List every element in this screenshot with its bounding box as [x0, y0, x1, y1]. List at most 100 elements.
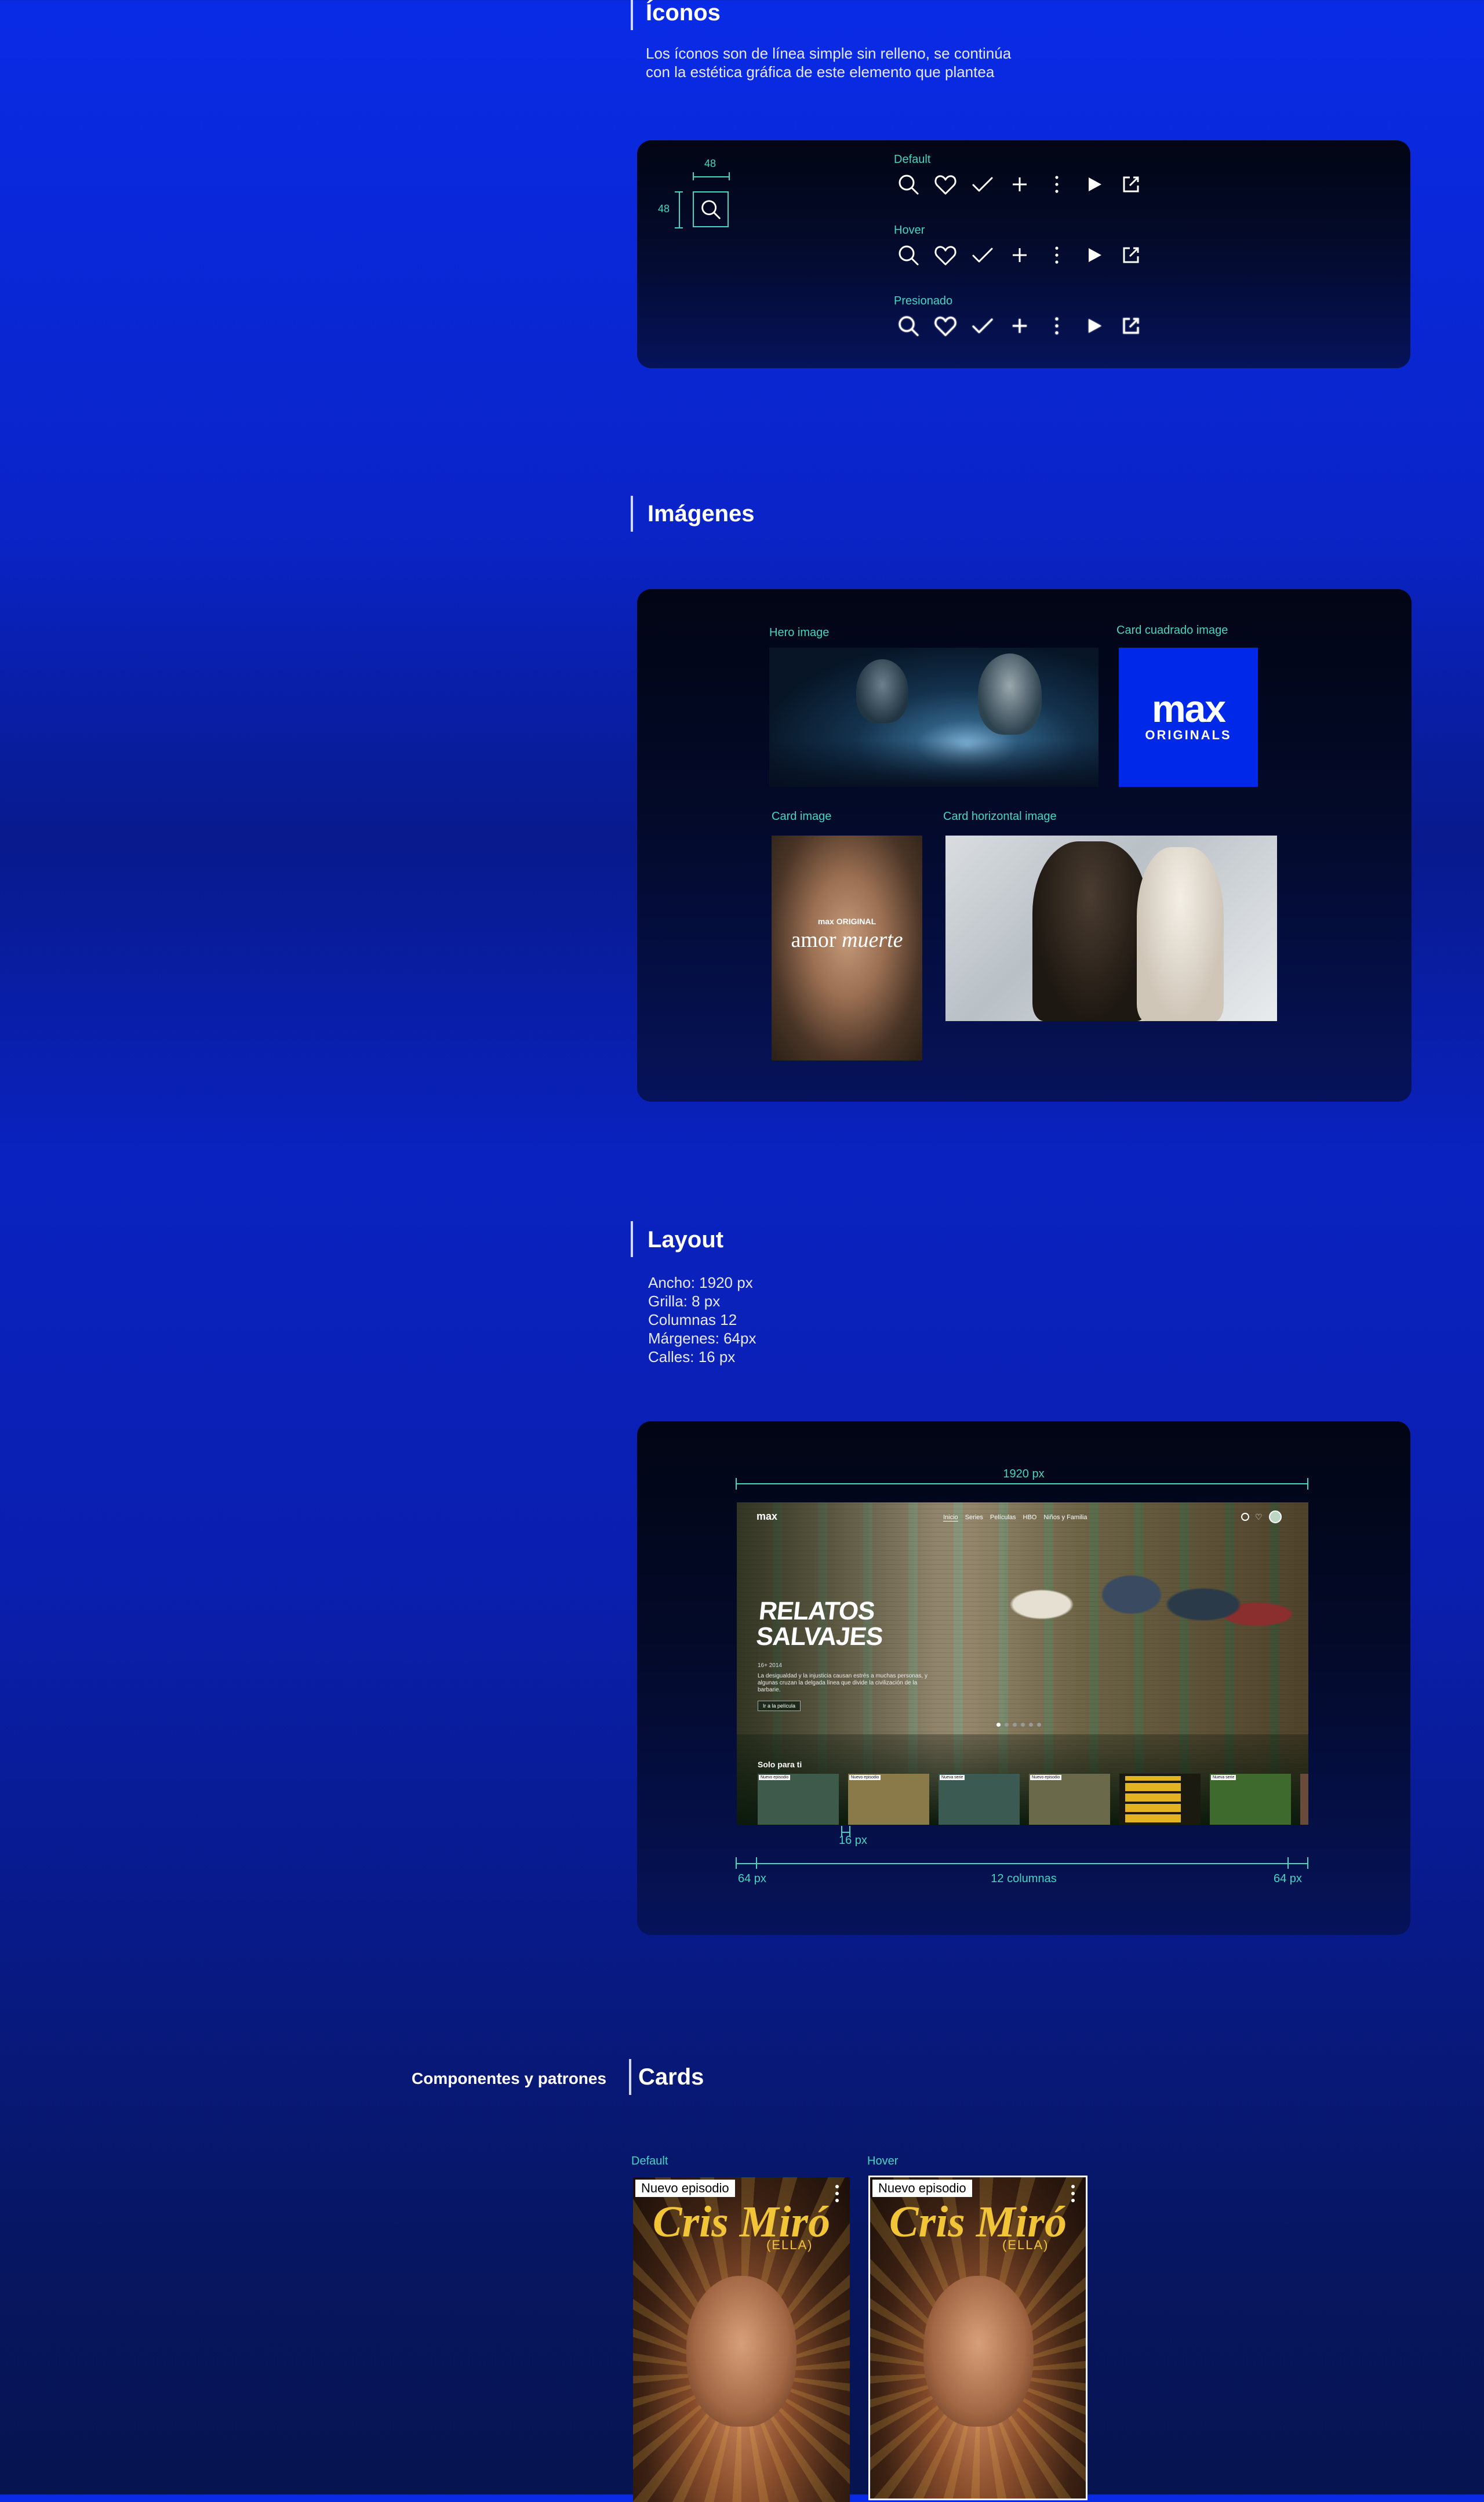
mock-search-icon[interactable]	[1241, 1513, 1249, 1521]
figure-dark	[1032, 841, 1148, 1021]
card-poster-title: Cris Miró	[652, 2198, 831, 2246]
columns-measure-line	[736, 1863, 1308, 1864]
mock-nav: Inicio Series Películas HBO Niños y Fami…	[943, 1514, 1087, 1521]
card-image-label: Card image	[772, 810, 832, 823]
poster-brand: max ORIGINAL	[817, 917, 876, 926]
search-icon[interactable]	[894, 312, 922, 340]
hero-image	[769, 648, 1099, 787]
mock-card[interactable]	[1300, 1774, 1308, 1825]
mock-card-badge: Nueva serie	[1211, 1775, 1236, 1780]
mock-hero-desc: La desigualdad y la injusticia causan es…	[758, 1673, 928, 1693]
play-icon[interactable]	[1080, 312, 1108, 340]
card-state-hover-label: Hover	[867, 2155, 899, 2167]
icon-width-label: 48	[704, 158, 716, 169]
mock-heart-icon[interactable]: ♡	[1255, 1513, 1263, 1521]
mock-card[interactable]: Nueva serie	[939, 1774, 1020, 1825]
mock-card-row: Nuevo episodio Nuevo episodio Nueva serie N…	[758, 1774, 1308, 1825]
mock-card[interactable]: Nuevo episodio	[1029, 1774, 1110, 1825]
search-icon[interactable]	[894, 241, 922, 269]
mock-card-badge: Nuevo episodio	[849, 1775, 881, 1780]
card-hover[interactable]: Nuevo episodio Cris Miró (ELLA)	[868, 2176, 1087, 2500]
heart-icon[interactable]	[932, 170, 959, 198]
cards-section-bar	[629, 2059, 631, 2095]
imagenes-panel: Hero image Card cuadrado image max ORIGI…	[637, 589, 1412, 1102]
heart-icon[interactable]	[932, 241, 959, 269]
check-icon[interactable]	[969, 170, 996, 198]
iconos-title: Íconos	[646, 0, 721, 26]
card-horizontal-image	[945, 836, 1277, 1021]
heart-icon[interactable]	[932, 312, 959, 340]
external-link-icon[interactable]	[1117, 170, 1145, 198]
card-poster-subtitle: (ELLA)	[766, 2238, 813, 2252]
hero-figure-right	[978, 653, 1042, 735]
plus-icon[interactable]	[1006, 170, 1034, 198]
layout-title: Layout	[648, 1227, 724, 1252]
more-vertical-icon[interactable]	[1043, 312, 1071, 340]
height-dimension-line	[679, 191, 680, 228]
card-state-default-label: Default	[631, 2155, 668, 2167]
mock-card[interactable]: Nuevo episodio	[758, 1774, 839, 1825]
componentes-label: Componentes y patrones	[412, 2069, 607, 2087]
mock-nav-hbo[interactable]: HBO	[1023, 1514, 1037, 1521]
imagenes-section-bar	[631, 496, 633, 532]
mock-avatar[interactable]	[1269, 1510, 1282, 1523]
mock-nav-ninos[interactable]: Niños y Familia	[1043, 1514, 1087, 1521]
iconos-section-bar	[631, 0, 633, 30]
external-link-icon[interactable]	[1117, 312, 1145, 340]
state-label-hover: Hover	[894, 224, 925, 237]
mock-people	[934, 1526, 1293, 1723]
layout-section-bar	[631, 1221, 633, 1257]
card-horizontal-image-label: Card horizontal image	[943, 810, 1057, 823]
mock-card[interactable]	[1119, 1774, 1201, 1825]
max-logo: max	[1151, 687, 1226, 730]
mock-logo: max	[756, 1510, 778, 1522]
mock-card[interactable]: Nueva serie	[1210, 1774, 1291, 1825]
margin-right-label: 64 px	[1274, 1872, 1302, 1885]
card-default[interactable]: Nuevo episodio Cris Miró (ELLA)	[633, 2177, 850, 2502]
poster-title: amor muerte	[791, 928, 903, 952]
mock-nav-series[interactable]: Series	[965, 1514, 983, 1521]
mock-card-badge: Nuevo episodio	[759, 1775, 791, 1780]
plus-icon[interactable]	[1006, 312, 1034, 340]
gutter-label: 16 px	[839, 1834, 867, 1847]
play-icon[interactable]	[1080, 241, 1108, 269]
play-icon[interactable]	[1080, 170, 1108, 198]
more-vertical-icon[interactable]	[1043, 170, 1071, 198]
width-dimension-line	[693, 176, 730, 177]
check-icon[interactable]	[969, 312, 996, 340]
card-hover-badge: Nuevo episodio	[872, 2180, 972, 2197]
hero-image-label: Hero image	[769, 626, 830, 639]
mock-hero-button[interactable]: Ir a la película	[758, 1701, 801, 1711]
width-label: 1920 px	[1003, 1468, 1045, 1480]
state-label-default: Default	[894, 153, 931, 166]
mock-nav-peliculas[interactable]: Películas	[990, 1514, 1016, 1521]
card-poster-face	[686, 2276, 796, 2427]
card-hover-poster-subtitle: (ELLA)	[1002, 2238, 1049, 2252]
check-icon[interactable]	[969, 241, 996, 269]
mock-hero-title: RELATOS SALVAJES	[755, 1597, 885, 1651]
iconos-panel: 48 48 Default Hover Presionado	[637, 140, 1410, 368]
mock-card[interactable]: Nuevo episodio	[848, 1774, 929, 1825]
layout-panel: 1920 px max Inicio Series Películas HBO …	[637, 1421, 1410, 1935]
mock-hero-meta: 16+ 2014	[758, 1662, 782, 1669]
more-vertical-icon[interactable]	[1043, 241, 1071, 269]
mock-card-badge: Nueva serie	[940, 1775, 965, 1780]
figure-light	[1137, 847, 1224, 1021]
card-image: max ORIGINAL amor muerte	[772, 836, 922, 1061]
mock-row-title: Solo para ti	[758, 1760, 802, 1769]
sample-search-icon	[697, 196, 724, 223]
card-badge: Nuevo episodio	[635, 2180, 735, 2197]
card-square-image: max ORIGINALS	[1119, 648, 1258, 787]
cards-title: Cards	[638, 2064, 704, 2090]
iconos-description: Los íconos son de línea simple sin relle…	[646, 45, 1012, 81]
mock-nav-inicio[interactable]: Inicio	[943, 1514, 958, 1521]
external-link-icon[interactable]	[1117, 241, 1145, 269]
card-square-image-label: Card cuadrado image	[1116, 624, 1228, 637]
state-label-presionado: Presionado	[894, 295, 953, 307]
search-icon[interactable]	[894, 170, 922, 198]
layout-mock-screen: max Inicio Series Películas HBO Niños y …	[737, 1502, 1308, 1825]
plus-icon[interactable]	[1006, 241, 1034, 269]
card-hover-poster-title: Cris Miró	[889, 2198, 1067, 2246]
layout-specs: Ancho: 1920 px Grilla: 8 px Columnas 12 …	[648, 1274, 756, 1366]
mock-card-badge: Nuevo episodio	[1030, 1775, 1062, 1780]
